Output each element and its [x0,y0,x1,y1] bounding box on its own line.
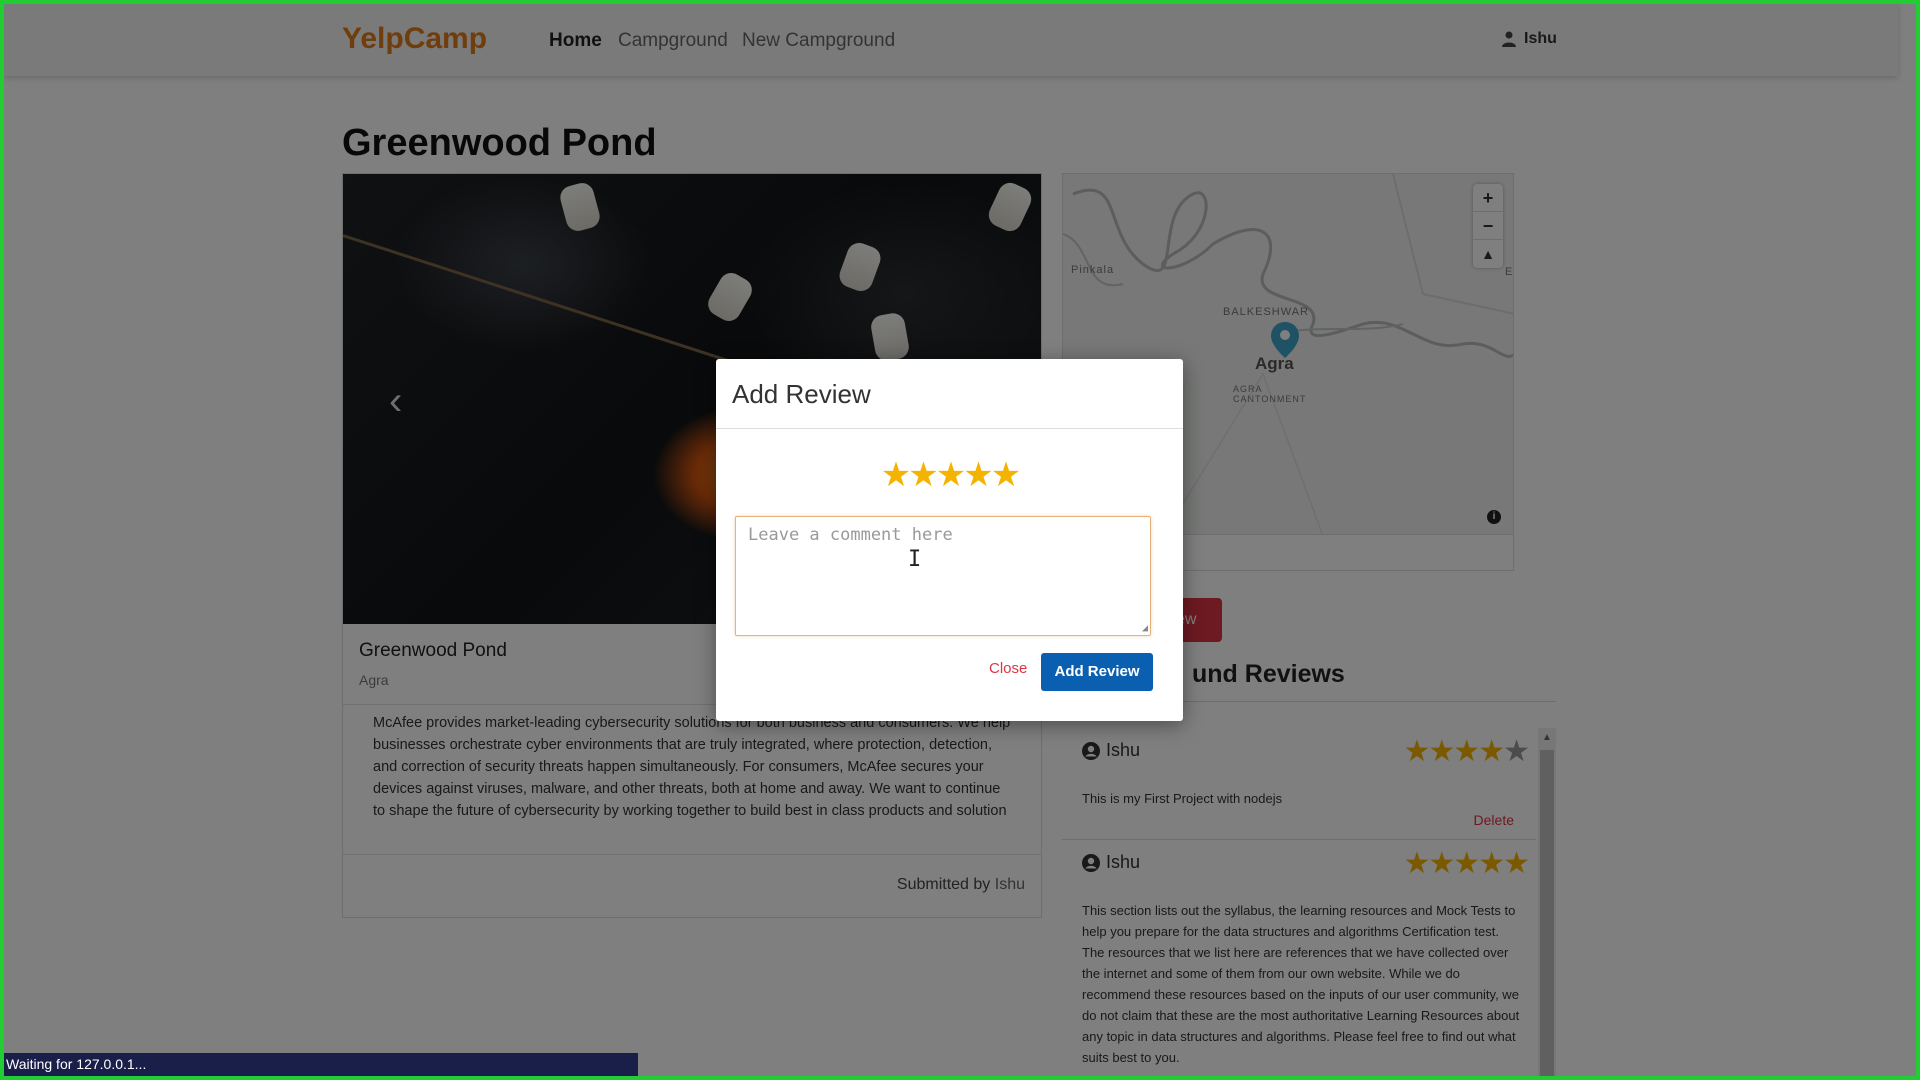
modal-title: Add Review [716,359,1183,429]
add-review-button[interactable]: Add Review [1041,653,1153,691]
rating-stars-input[interactable]: ★★★★★ [716,455,1183,495]
browser-status-bar: Waiting for 127.0.0.1... [4,1053,638,1076]
close-button[interactable]: Close [989,660,1027,677]
add-review-modal: Add Review ★★★★★ Leave a comment here I … [716,359,1183,721]
comment-placeholder: Leave a comment here [748,525,953,545]
text-cursor-icon: I [908,547,922,572]
comment-textarea[interactable]: Leave a comment here I ◢ [735,516,1151,636]
resize-handle-icon[interactable]: ◢ [1142,623,1148,634]
